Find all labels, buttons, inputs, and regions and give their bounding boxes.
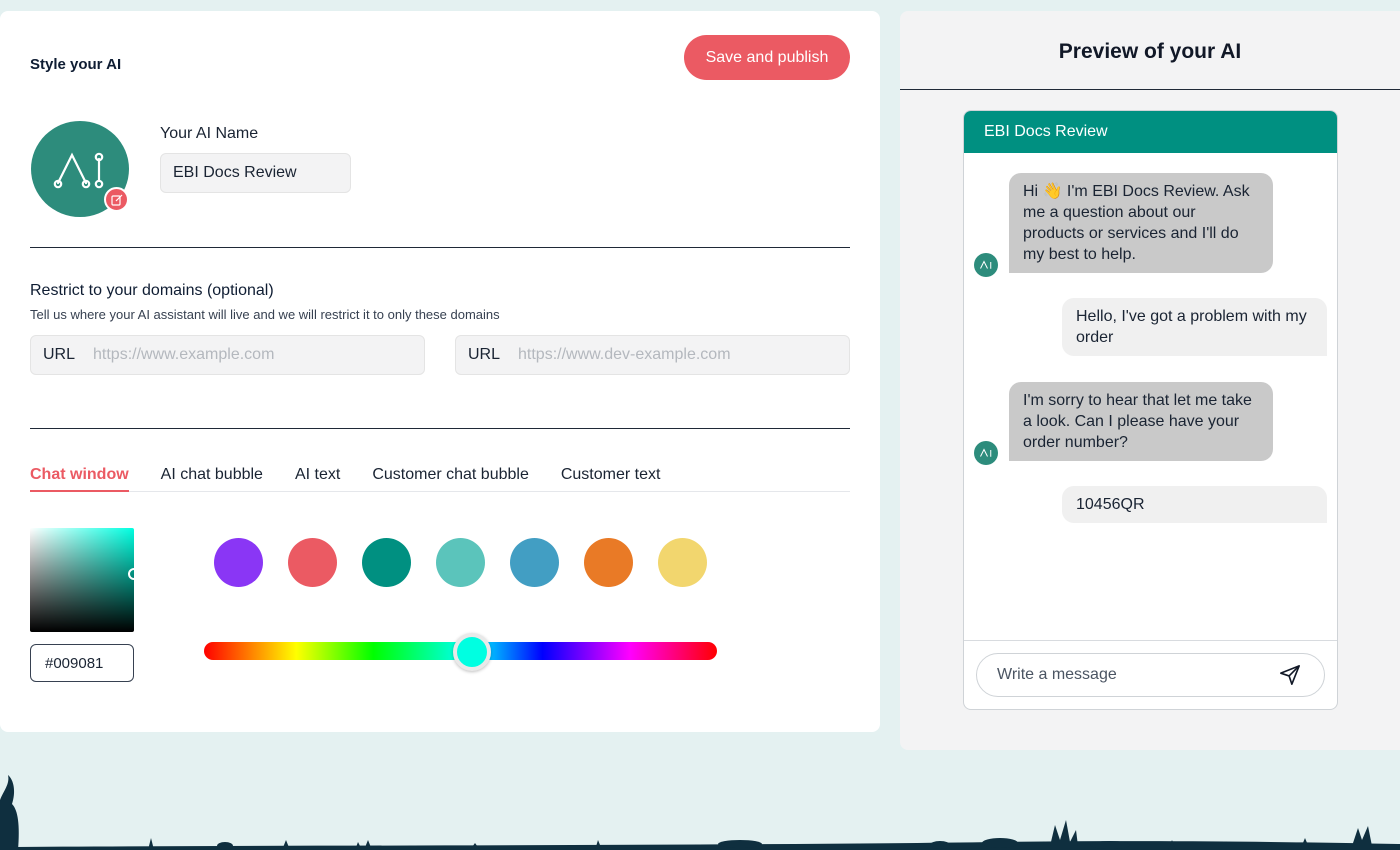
chat-footer bbox=[964, 640, 1337, 709]
tab-customer-text[interactable]: Customer text bbox=[561, 466, 661, 492]
customer-message: Hello, I've got a problem with my order bbox=[1062, 298, 1327, 356]
edit-icon bbox=[110, 194, 122, 206]
swatch-yellow[interactable] bbox=[658, 538, 707, 587]
ai-name-input[interactable] bbox=[160, 153, 351, 193]
seabed-decoration bbox=[0, 775, 1400, 850]
avatar-edit-button[interactable] bbox=[104, 187, 129, 212]
save-and-publish-button[interactable]: Save and publish bbox=[684, 35, 850, 80]
ai-avatar-small bbox=[974, 253, 998, 277]
url-input-production[interactable] bbox=[93, 336, 424, 374]
url-input-dev[interactable] bbox=[518, 336, 849, 374]
send-button[interactable] bbox=[1277, 663, 1303, 689]
customer-message: 10456QR bbox=[1062, 486, 1327, 523]
chat-window: EBI Docs Review Hi 👋 I'm EBI Docs Review… bbox=[963, 110, 1338, 710]
tab-customer-chat-bubble[interactable]: Customer chat bubble bbox=[372, 466, 529, 492]
hue-slider-thumb[interactable] bbox=[453, 633, 491, 671]
message-input[interactable] bbox=[976, 653, 1325, 697]
section-divider bbox=[30, 428, 850, 429]
ai-logo-icon bbox=[980, 448, 992, 457]
ai-avatar-small bbox=[974, 441, 998, 465]
swatch-blue[interactable] bbox=[510, 538, 559, 587]
style-editor-panel: Style your AI Save and publish Your AI N… bbox=[0, 11, 880, 732]
editor-title: Style your AI bbox=[30, 56, 122, 73]
saturation-picker[interactable] bbox=[30, 528, 134, 632]
tab-ai-text[interactable]: AI text bbox=[295, 466, 340, 492]
domains-title: Restrict to your domains (optional) bbox=[30, 282, 274, 299]
chat-header: EBI Docs Review bbox=[964, 111, 1337, 153]
preview-title: Preview of your AI bbox=[1058, 40, 1242, 63]
style-tabs: Chat window AI chat bubble AI text Custo… bbox=[30, 466, 850, 492]
swatch-light-teal[interactable] bbox=[436, 538, 485, 587]
url-label: URL bbox=[468, 346, 501, 363]
url-label: URL bbox=[43, 346, 76, 363]
preview-panel: Preview of your AI EBI Docs Review Hi 👋 … bbox=[900, 11, 1400, 750]
tab-chat-window[interactable]: Chat window bbox=[30, 466, 129, 492]
saturation-handle[interactable] bbox=[128, 568, 140, 580]
ai-name-label: Your AI Name bbox=[160, 125, 259, 142]
ai-logo-icon bbox=[53, 152, 104, 189]
send-icon bbox=[1280, 664, 1300, 685]
domains-subtitle: Tell us where your AI assistant will liv… bbox=[30, 307, 500, 322]
swatch-coral[interactable] bbox=[288, 538, 337, 587]
hex-color-input[interactable] bbox=[30, 644, 134, 682]
tab-ai-chat-bubble[interactable]: AI chat bubble bbox=[161, 466, 263, 492]
swatch-teal[interactable] bbox=[362, 538, 411, 587]
url-field-production: URL bbox=[30, 335, 425, 375]
preview-divider bbox=[900, 89, 1400, 90]
swatch-orange[interactable] bbox=[584, 538, 633, 587]
ai-logo-icon bbox=[980, 260, 992, 269]
ai-message: I'm sorry to hear that let me take a loo… bbox=[1009, 382, 1273, 461]
url-field-dev: URL bbox=[455, 335, 850, 375]
swatch-purple[interactable] bbox=[214, 538, 263, 587]
section-divider bbox=[30, 247, 850, 248]
ai-message: Hi 👋 I'm EBI Docs Review. Ask me a quest… bbox=[1009, 173, 1273, 273]
